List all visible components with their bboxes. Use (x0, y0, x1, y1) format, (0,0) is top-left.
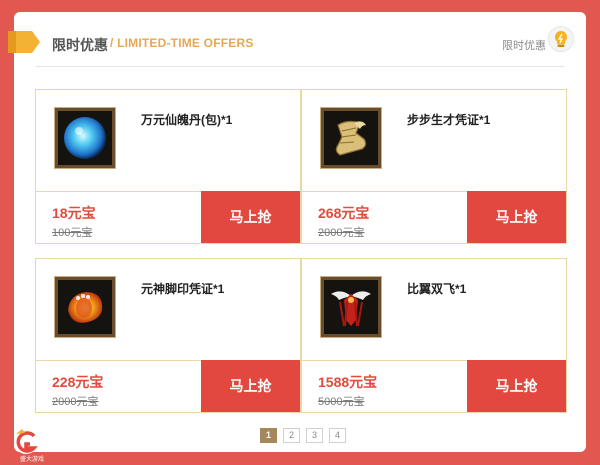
blue-orb-icon (64, 117, 106, 159)
page-title: 限时优惠 (52, 37, 108, 53)
item-thumbnail (54, 107, 116, 169)
offer-card: 万元仙魄丹(包)*1 18元宝 100元宝 马上抢 (35, 89, 301, 244)
item-thumbnail (54, 276, 116, 338)
original-price: 2000元宝 (52, 396, 99, 408)
panel-header: 限时优惠 / LIMITED-TIME OFFERS 限时优惠 (8, 12, 586, 70)
golden-boot-icon (335, 120, 367, 156)
buy-now-button[interactable]: 马上抢 (201, 360, 300, 412)
item-name: 比翼双飞*1 (407, 282, 467, 296)
item-name: 元神脚印凭证*1 (141, 282, 225, 296)
lightbulb-icon (548, 26, 574, 52)
offer-card: 元神脚印凭证*1 228元宝 2000元宝 马上抢 (35, 258, 301, 413)
fire-footprint-icon (68, 292, 103, 323)
sale-price: 18元宝 (52, 205, 96, 221)
winged-crest-icon (331, 291, 371, 327)
offer-card: 步步生才凭证*1 268元宝 2000元宝 马上抢 (301, 89, 567, 244)
header-right-label: 限时优惠 (502, 40, 546, 52)
page-button-1[interactable]: 1 (260, 428, 277, 443)
item-thumbnail (320, 107, 382, 169)
page-button-3[interactable]: 3 (306, 428, 323, 443)
sale-price: 268元宝 (318, 205, 370, 221)
buy-now-button[interactable]: 马上抢 (467, 360, 566, 412)
price-bar: 18元宝 100元宝 马上抢 (36, 191, 300, 243)
buy-now-button[interactable]: 马上抢 (201, 191, 300, 243)
page-button-2[interactable]: 2 (283, 428, 300, 443)
original-price: 5000元宝 (318, 396, 365, 408)
sale-price: 228元宝 (52, 374, 104, 390)
logo-text: 盛大游戏 (20, 457, 45, 463)
original-price: 100元宝 (52, 227, 93, 239)
page-button-4[interactable]: 4 (329, 428, 346, 443)
header-divider (36, 66, 564, 67)
price-bar: 228元宝 2000元宝 马上抢 (36, 360, 300, 412)
offer-card: 比翼双飞*1 1588元宝 5000元宝 马上抢 (301, 258, 567, 413)
page-subtitle: / LIMITED-TIME OFFERS (110, 36, 254, 50)
pagination: 1 2 3 4 (260, 428, 346, 443)
item-name: 步步生才凭证*1 (407, 113, 491, 127)
item-name: 万元仙魄丹(包)*1 (141, 113, 233, 127)
offers-panel: 限时优惠 / LIMITED-TIME OFFERS 限时优惠 万元仙魄丹(包)… (8, 12, 586, 452)
price-bar: 1588元宝 5000元宝 马上抢 (302, 360, 566, 412)
price-bar: 268元宝 2000元宝 马上抢 (302, 191, 566, 243)
original-price: 2000元宝 (318, 227, 365, 239)
sale-price: 1588元宝 (318, 374, 378, 390)
buy-now-button[interactable]: 马上抢 (467, 191, 566, 243)
item-thumbnail (320, 276, 382, 338)
flag-icon (8, 31, 40, 53)
